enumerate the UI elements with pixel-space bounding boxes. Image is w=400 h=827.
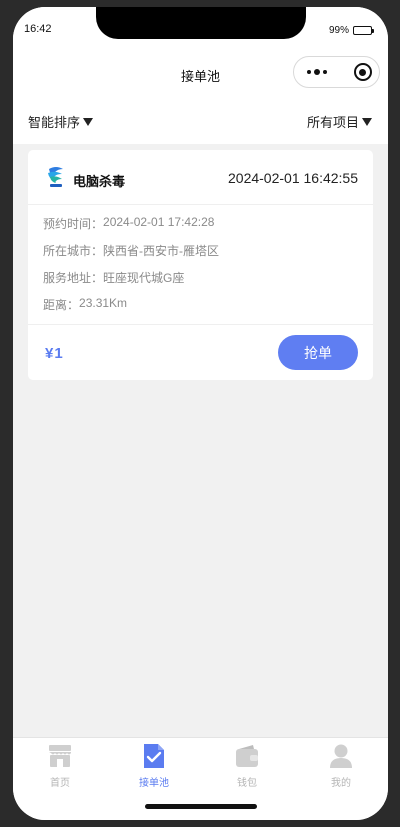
status-time: 16:42 xyxy=(24,23,52,35)
home-indicator xyxy=(145,804,257,809)
battery-icon xyxy=(353,26,374,35)
city-row: 所在城市： 陕西省-西安市-雁塔区 xyxy=(43,242,373,269)
triangle-down-icon xyxy=(362,117,372,126)
navigation-bar: 接单池 xyxy=(13,49,388,99)
filter-bar: 智能排序 所有项目 xyxy=(13,99,388,144)
order-card-header: 电脑杀毒 2024-02-01 16:42:55 xyxy=(28,150,373,205)
service-name: 电脑杀毒 xyxy=(73,174,126,189)
project-filter-label: 所有项目 xyxy=(306,115,359,130)
order-price: ¥1 xyxy=(45,345,64,362)
order-details: 预约时间： 2024-02-01 17:42:28 所在城市： 陕西省-西安市-… xyxy=(28,205,373,325)
more-dots-icon-end xyxy=(323,70,328,74)
appointment-time-value: 2024-02-01 17:42:28 xyxy=(103,215,215,229)
tab-home[interactable]: 首页 xyxy=(30,742,90,789)
shop-icon xyxy=(49,745,71,767)
tab-wallet[interactable]: 钱包 xyxy=(217,742,277,789)
device-notch xyxy=(96,7,306,39)
tab-order-pool[interactable]: 接单池 xyxy=(124,742,184,789)
project-filter-dropdown[interactable]: 所有项目 xyxy=(307,112,372,131)
order-card-footer: ¥1 抢单 xyxy=(28,325,373,380)
city-label: 所在城市： xyxy=(43,244,104,258)
tab-order-pool-label: 接单池 xyxy=(139,778,169,789)
tab-wallet-label: 钱包 xyxy=(237,778,257,789)
distance-label: 距离： xyxy=(43,298,80,312)
user-icon xyxy=(330,744,352,768)
target-icon xyxy=(353,63,372,81)
city-value: 陕西省-西安市-雁塔区 xyxy=(103,244,220,258)
battery-status: 99% xyxy=(328,25,374,36)
order-created-time: 2024-02-01 16:42:55 xyxy=(228,170,358,186)
document-check-icon xyxy=(144,744,164,768)
more-dots-icon-center xyxy=(314,69,321,75)
distance-value: 23.31Km xyxy=(79,296,128,310)
battery-percent: 99% xyxy=(328,25,349,36)
appointment-time-label: 预约时间： xyxy=(43,217,104,231)
triangle-down-icon xyxy=(83,117,94,126)
tab-mine[interactable]: 我的 xyxy=(311,742,371,789)
appointment-time-row: 预约时间： 2024-02-01 17:42:28 xyxy=(43,215,373,242)
distance-row: 距离： 23.31Km xyxy=(43,296,373,323)
sort-label: 智能排序 xyxy=(28,115,81,130)
tab-mine-label: 我的 xyxy=(331,778,351,789)
address-value: 旺座现代城G座 xyxy=(103,271,185,285)
order-card[interactable]: 电脑杀毒 2024-02-01 16:42:55 预约时间： 2024-02-0… xyxy=(28,150,373,380)
tab-home-label: 首页 xyxy=(50,778,70,789)
miniprogram-capsule xyxy=(293,56,380,88)
antivirus-service-icon xyxy=(48,167,63,187)
more-menu-button[interactable] xyxy=(294,69,336,75)
phone-screen: 16:42 99% 接单池 智能排序 所有项目 电脑杀毒 2024-02-01 … xyxy=(13,7,388,820)
smart-sort-dropdown[interactable]: 智能排序 xyxy=(28,112,94,131)
more-dots-icon xyxy=(307,70,312,74)
grab-order-button[interactable]: 抢单 xyxy=(278,335,358,370)
close-miniprogram-button[interactable] xyxy=(336,63,379,81)
address-label: 服务地址： xyxy=(43,271,104,285)
address-row: 服务地址： 旺座现代城G座 xyxy=(43,269,373,296)
wallet-icon xyxy=(236,745,258,767)
